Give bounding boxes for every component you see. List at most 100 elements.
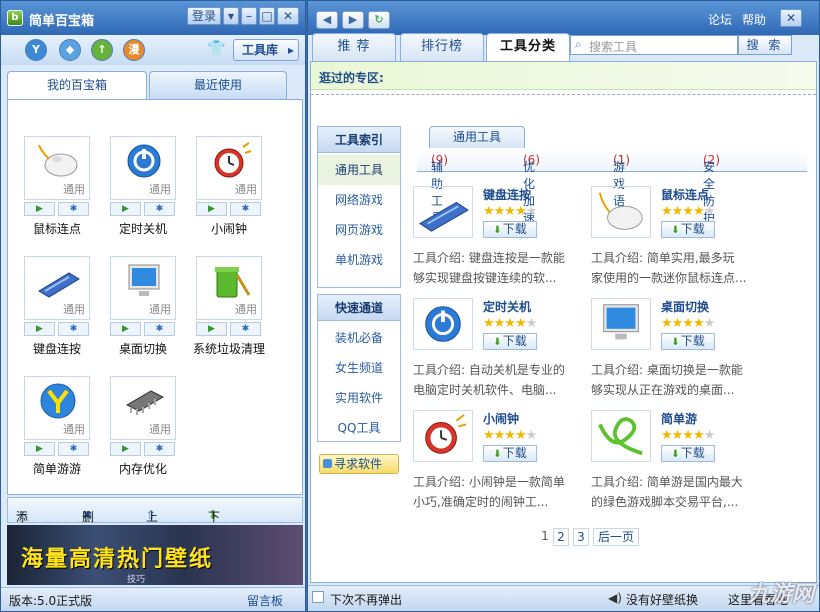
page-1[interactable]: 1 xyxy=(539,528,551,546)
no-popup-checkbox[interactable] xyxy=(312,591,324,603)
banner-text: 海量高清热门壁纸 xyxy=(21,547,214,572)
gear-icon[interactable]: ✱ xyxy=(144,322,175,336)
seek-software-button[interactable]: 寻求软件 xyxy=(319,454,399,474)
message-board-link[interactable]: 留言板 xyxy=(247,592,283,609)
quick-item-girls[interactable]: 女生频道 xyxy=(318,353,400,383)
power-icon xyxy=(413,298,473,350)
toolbox-button[interactable]: 工具库 ▸ xyxy=(233,39,299,61)
index-item-web[interactable]: 网页游戏 xyxy=(318,215,400,245)
tile-memory[interactable]: 通用 xyxy=(110,376,176,440)
index-item-online[interactable]: 网络游戏 xyxy=(318,185,400,215)
play-icon[interactable]: ▶ xyxy=(24,322,55,336)
gear-icon[interactable]: ✱ xyxy=(230,202,261,216)
monitor-icon xyxy=(591,298,651,350)
gear-icon[interactable]: ✱ xyxy=(58,202,89,216)
gear-icon[interactable]: ✱ xyxy=(58,322,89,336)
tool-index: 工具索引 通用工具 网络游戏 网页游戏 单机游戏 xyxy=(317,126,401,288)
tool-card[interactable]: 键盘连按 ★★★★★ 下载 工具介绍: 键盘连按是一款能够实现键盘按键连续的软.… xyxy=(413,186,593,296)
category-optimize[interactable]: 优化加速 (6) xyxy=(523,153,540,225)
y-logo-icon[interactable]: Y xyxy=(25,39,47,61)
tile-desktop-switch[interactable]: 通用 xyxy=(110,256,176,320)
forward-icon[interactable]: ▶ xyxy=(342,11,364,29)
tool-card[interactable]: 简单游 ★★★★★ 下载 工具介绍: 简单游是国内最大的绿色游戏脚本交易平台,.… xyxy=(591,410,771,520)
tile-tag: 通用 xyxy=(235,183,257,196)
wallpaper-banner[interactable]: 海量高清热门壁纸 技巧 xyxy=(7,525,303,585)
play-icon[interactable]: ▶ xyxy=(196,202,227,216)
tool-card[interactable]: 桌面切换 ★★★★★ 下载 工具介绍: 桌面切换是一款能够实现从正在游戏的桌面.… xyxy=(591,298,771,408)
tab-ranking[interactable]: 排行榜 xyxy=(400,33,484,61)
tile-shutdown[interactable]: 通用 xyxy=(110,136,176,200)
search-input[interactable]: ⌕ 搜索工具 xyxy=(570,35,738,55)
tile-name: 键盘连按 xyxy=(32,342,81,356)
download-button[interactable]: 下载 xyxy=(661,333,715,350)
left-action-bar: +添加 ✖删除 ⇧上传 ⬇下载 xyxy=(7,497,303,541)
close-icon[interactable]: ✕ xyxy=(780,9,802,27)
next-page-button[interactable]: 后一页 xyxy=(593,528,639,546)
comic-icon[interactable]: 漫 xyxy=(123,39,145,61)
close-icon[interactable]: ✕ xyxy=(277,7,299,25)
skin-icon[interactable]: 👕 xyxy=(207,39,226,57)
tool-card[interactable]: 鼠标连点 ★★★★★ 下载 工具介绍: 简单实用,最多玩家使用的一款迷你鼠标连点… xyxy=(591,186,771,296)
quick-item-essentials[interactable]: 装机必备 xyxy=(318,323,400,353)
play-icon[interactable]: ▶ xyxy=(196,322,227,336)
quick-item-practical[interactable]: 实用软件 xyxy=(318,383,400,413)
tile-tag: 通用 xyxy=(149,423,171,436)
minimize-icon[interactable]: – xyxy=(241,7,257,25)
index-item-single[interactable]: 单机游戏 xyxy=(318,245,400,275)
download-button[interactable]: 下载 xyxy=(661,221,715,238)
search-button[interactable]: 搜 索 xyxy=(738,35,792,55)
tab-categories[interactable]: 工具分类 xyxy=(486,33,570,61)
tile-mouse-click[interactable]: 通用 xyxy=(24,136,90,200)
index-item-general[interactable]: 通用工具 xyxy=(318,155,400,185)
app-logo-icon: b xyxy=(7,10,23,26)
tile-name: 定时关机 xyxy=(118,222,167,236)
help-link[interactable]: 帮助 xyxy=(742,11,766,28)
star-rating: ★★★★★ xyxy=(483,428,537,443)
download-button[interactable]: 下载 xyxy=(483,333,537,350)
tab-recommend[interactable]: 推 荐 xyxy=(312,33,396,61)
category-voice[interactable]: 游戏语音(1) xyxy=(613,153,630,225)
play-icon[interactable]: ▶ xyxy=(24,202,55,216)
download-button[interactable]: 下载 xyxy=(661,445,715,462)
category-assist[interactable]: 辅助工具(9) xyxy=(431,153,448,225)
category-security[interactable]: 安全防护 (2) xyxy=(703,153,720,225)
card-desc: 工具介绍: 小闹钟是一款简单 小巧,准确定时的闹钟工... xyxy=(413,472,581,512)
tile-tag: 通用 xyxy=(63,303,85,316)
maximize-icon[interactable]: □ xyxy=(259,7,275,25)
refresh-icon[interactable]: ↻ xyxy=(368,11,390,29)
card-name: 小闹钟 xyxy=(483,412,520,426)
page-3[interactable]: 3 xyxy=(573,528,589,546)
page-2[interactable]: 2 xyxy=(553,528,569,546)
play-icon[interactable]: ▶ xyxy=(24,442,55,456)
card-desc-line: 工具介绍: 自动关机是专业的 xyxy=(413,363,565,377)
alarm-clock-icon xyxy=(413,410,473,462)
gear-icon[interactable]: ✱ xyxy=(144,442,175,456)
tile-keyboard[interactable]: 通用 xyxy=(24,256,90,320)
gear-icon[interactable]: ✱ xyxy=(144,202,175,216)
play-icon[interactable]: ▶ xyxy=(110,322,141,336)
play-icon[interactable]: ▶ xyxy=(110,202,141,216)
gear-icon[interactable]: ✱ xyxy=(230,322,261,336)
tile-cleanup[interactable]: 通用 xyxy=(196,256,262,320)
gear-icon[interactable]: ✱ xyxy=(58,442,89,456)
tile-alarm[interactable]: 通用 xyxy=(196,136,262,200)
shield-icon[interactable]: ◆ xyxy=(59,39,81,61)
download-button[interactable]: 下载 xyxy=(483,445,537,462)
star-rating: ★★★★★ xyxy=(483,316,537,331)
back-icon[interactable]: ◀ xyxy=(316,11,338,29)
tab-general-tools[interactable]: 通用工具 xyxy=(429,126,525,148)
tab-my-box[interactable]: 我的百宝箱 xyxy=(7,71,147,99)
login-button[interactable]: 登录 xyxy=(187,7,221,25)
play-icon[interactable]: ▶ xyxy=(110,442,141,456)
quick-item-qq[interactable]: QQ工具 xyxy=(318,413,400,443)
forum-link[interactable]: 论坛 xyxy=(708,11,732,28)
tool-card[interactable]: 定时关机 ★★★★★ 下载 工具介绍: 自动关机是专业的电脑定时关机软件、电脑.… xyxy=(413,298,593,408)
download-button[interactable]: 下载 xyxy=(483,221,537,238)
tile-tag: 通用 xyxy=(235,303,257,316)
upgrade-icon[interactable]: ↑ xyxy=(91,39,113,61)
memory-chip-icon xyxy=(125,390,165,415)
tool-card[interactable]: 小闹钟 ★★★★★ 下载 工具介绍: 小闹钟是一款简单小巧,准确定时的闹钟工..… xyxy=(413,410,593,520)
menu-icon[interactable]: ▾ xyxy=(223,7,239,25)
tile-simple-game[interactable]: 通用 xyxy=(24,376,90,440)
tab-recent[interactable]: 最近使用 xyxy=(149,71,287,99)
